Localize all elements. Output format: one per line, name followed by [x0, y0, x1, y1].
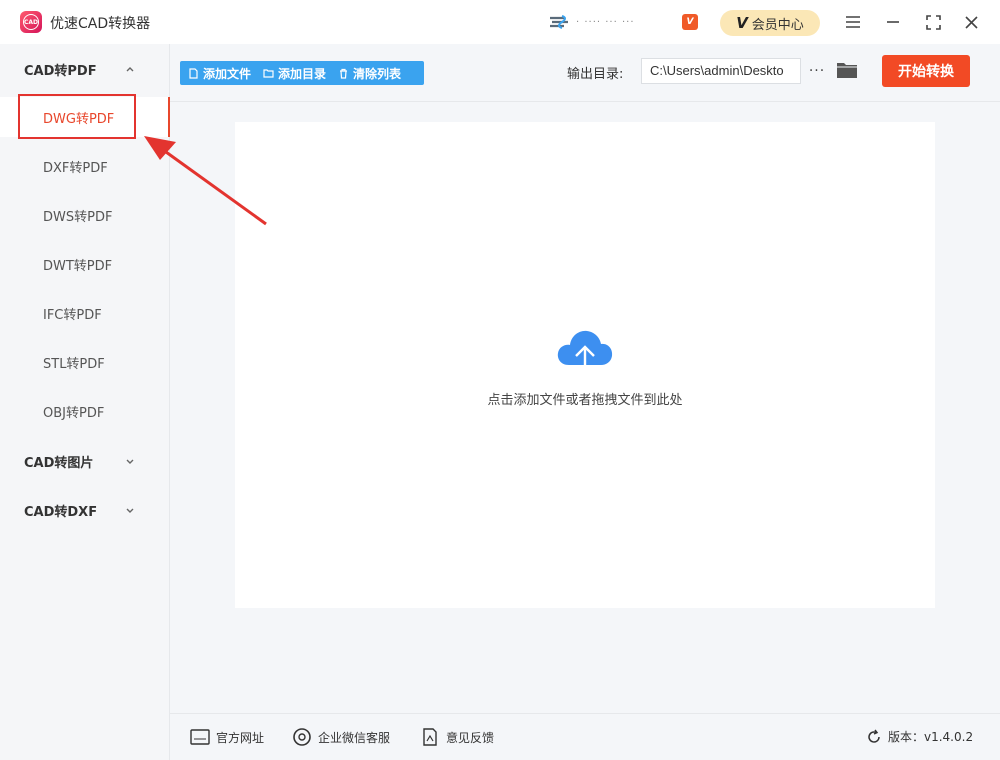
feedback-link[interactable]: 意见反馈 [420, 728, 494, 746]
sidebar-item-label: DWS转PDF [43, 209, 113, 225]
chevron-down-icon [126, 459, 134, 464]
sidebar-group-cad-to-image[interactable]: CAD转图片 [0, 441, 169, 481]
sidebar-item-label: STL转PDF [43, 356, 105, 372]
sidebar-item-stl-to-pdf[interactable]: STL转PDF [0, 342, 169, 382]
file-icon [189, 67, 198, 79]
vip-icon: V [736, 14, 748, 32]
chevron-up-icon [126, 67, 134, 72]
chat-icon [293, 728, 311, 746]
wechat-support-link[interactable]: 企业微信客服 [292, 728, 390, 746]
add-file-button[interactable]: 添加文件 [188, 65, 251, 82]
add-directory-label: 添加目录 [278, 66, 327, 81]
more-options-button[interactable]: ··· [807, 58, 827, 84]
sidebar-group-label: CAD转图片 [24, 455, 94, 471]
trash-icon [340, 68, 348, 79]
output-directory-field[interactable]: C:\Users\admin\Deskto [641, 58, 801, 84]
clear-list-label: 清除列表 [353, 66, 402, 81]
sidebar-item-ifc-to-pdf[interactable]: IFC转PDF [0, 293, 169, 333]
sidebar-item-label: OBJ转PDF [43, 405, 105, 421]
sidebar-item-label: DWT转PDF [43, 258, 113, 274]
wechat-support-label: 企业微信客服 [318, 730, 391, 745]
start-convert-button[interactable]: 开始转换 [882, 55, 970, 87]
sidebar-item-label: DXF转PDF [43, 160, 108, 176]
vip-center-button[interactable]: V 会员中心 [720, 10, 820, 36]
refresh-icon [868, 729, 880, 743]
output-directory-label: 输出目录: [567, 67, 624, 82]
highlight-box-annotation [18, 94, 136, 139]
open-folder-icon[interactable] [836, 60, 858, 80]
close-icon[interactable] [960, 11, 982, 33]
file-actions-group: 添加文件 添加目录 清除列表 [180, 61, 424, 85]
website-icon [190, 729, 210, 745]
user-account-area[interactable]: · ···· ··· ··· V [548, 14, 698, 30]
app-logo-icon: CAD [20, 11, 42, 33]
sidebar-item-dws-to-pdf[interactable]: DWS转PDF [0, 195, 169, 235]
clear-list-button[interactable]: 清除列表 [338, 65, 401, 82]
toolbar: 添加文件 添加目录 清除列表 输出目录: C:\Users\admin\Desk… [170, 44, 1000, 102]
sidebar-item-label: IFC转PDF [43, 307, 102, 323]
user-name: · ···· ··· ··· [576, 16, 635, 28]
maximize-icon[interactable] [922, 11, 944, 33]
drop-hint-text: 点击添加文件或者拖拽文件到此处 [487, 393, 683, 408]
vip-center-label: 会员中心 [751, 17, 804, 33]
sidebar-group-label: CAD转DXF [24, 504, 98, 520]
sidebar-item-obj-to-pdf[interactable]: OBJ转PDF [0, 391, 169, 431]
minimize-icon[interactable] [882, 11, 904, 33]
add-directory-button[interactable]: 添加目录 [263, 65, 326, 82]
chevron-down-icon [126, 508, 134, 513]
official-website-link[interactable]: 官方网址 [190, 728, 264, 746]
official-website-label: 官方网址 [216, 730, 265, 745]
vip-badge-icon: V [682, 14, 698, 30]
title-bar: CAD 优速CAD转换器 · ···· ··· ··· V V 会员中心 [0, 0, 1000, 44]
app-title: 优速CAD转换器 [50, 16, 151, 32]
add-file-label: 添加文件 [203, 66, 252, 81]
folder-outline-icon [263, 68, 274, 78]
menu-icon[interactable] [842, 11, 864, 33]
sidebar-item-dwt-to-pdf[interactable]: DWT转PDF [0, 244, 169, 284]
cloud-upload-icon [557, 330, 613, 377]
sidebar-group-label: CAD转PDF [24, 63, 97, 79]
sidebar-item-dxf-to-pdf[interactable]: DXF转PDF [0, 146, 169, 186]
footer: 官方网址 企业微信客服 意见反馈 版本：v1.4.0.2 [170, 713, 1000, 760]
version-info[interactable]: 版本：v1.4.0.2 [866, 728, 973, 745]
sidebar-group-cad-to-pdf[interactable]: CAD转PDF [0, 49, 169, 89]
file-drop-zone[interactable]: 点击添加文件或者拖拽文件到此处 [235, 122, 935, 608]
user-logo-icon [550, 15, 568, 29]
feedback-label: 意见反馈 [446, 730, 495, 745]
feedback-icon [423, 728, 437, 746]
sidebar-group-cad-to-dxf[interactable]: CAD转DXF [0, 490, 169, 530]
version-label: 版本：v1.4.0.2 [888, 730, 974, 744]
sidebar: CAD转PDF DWG转PDF DXF转PDF DWS转PDF DWT转PDF … [0, 44, 170, 760]
